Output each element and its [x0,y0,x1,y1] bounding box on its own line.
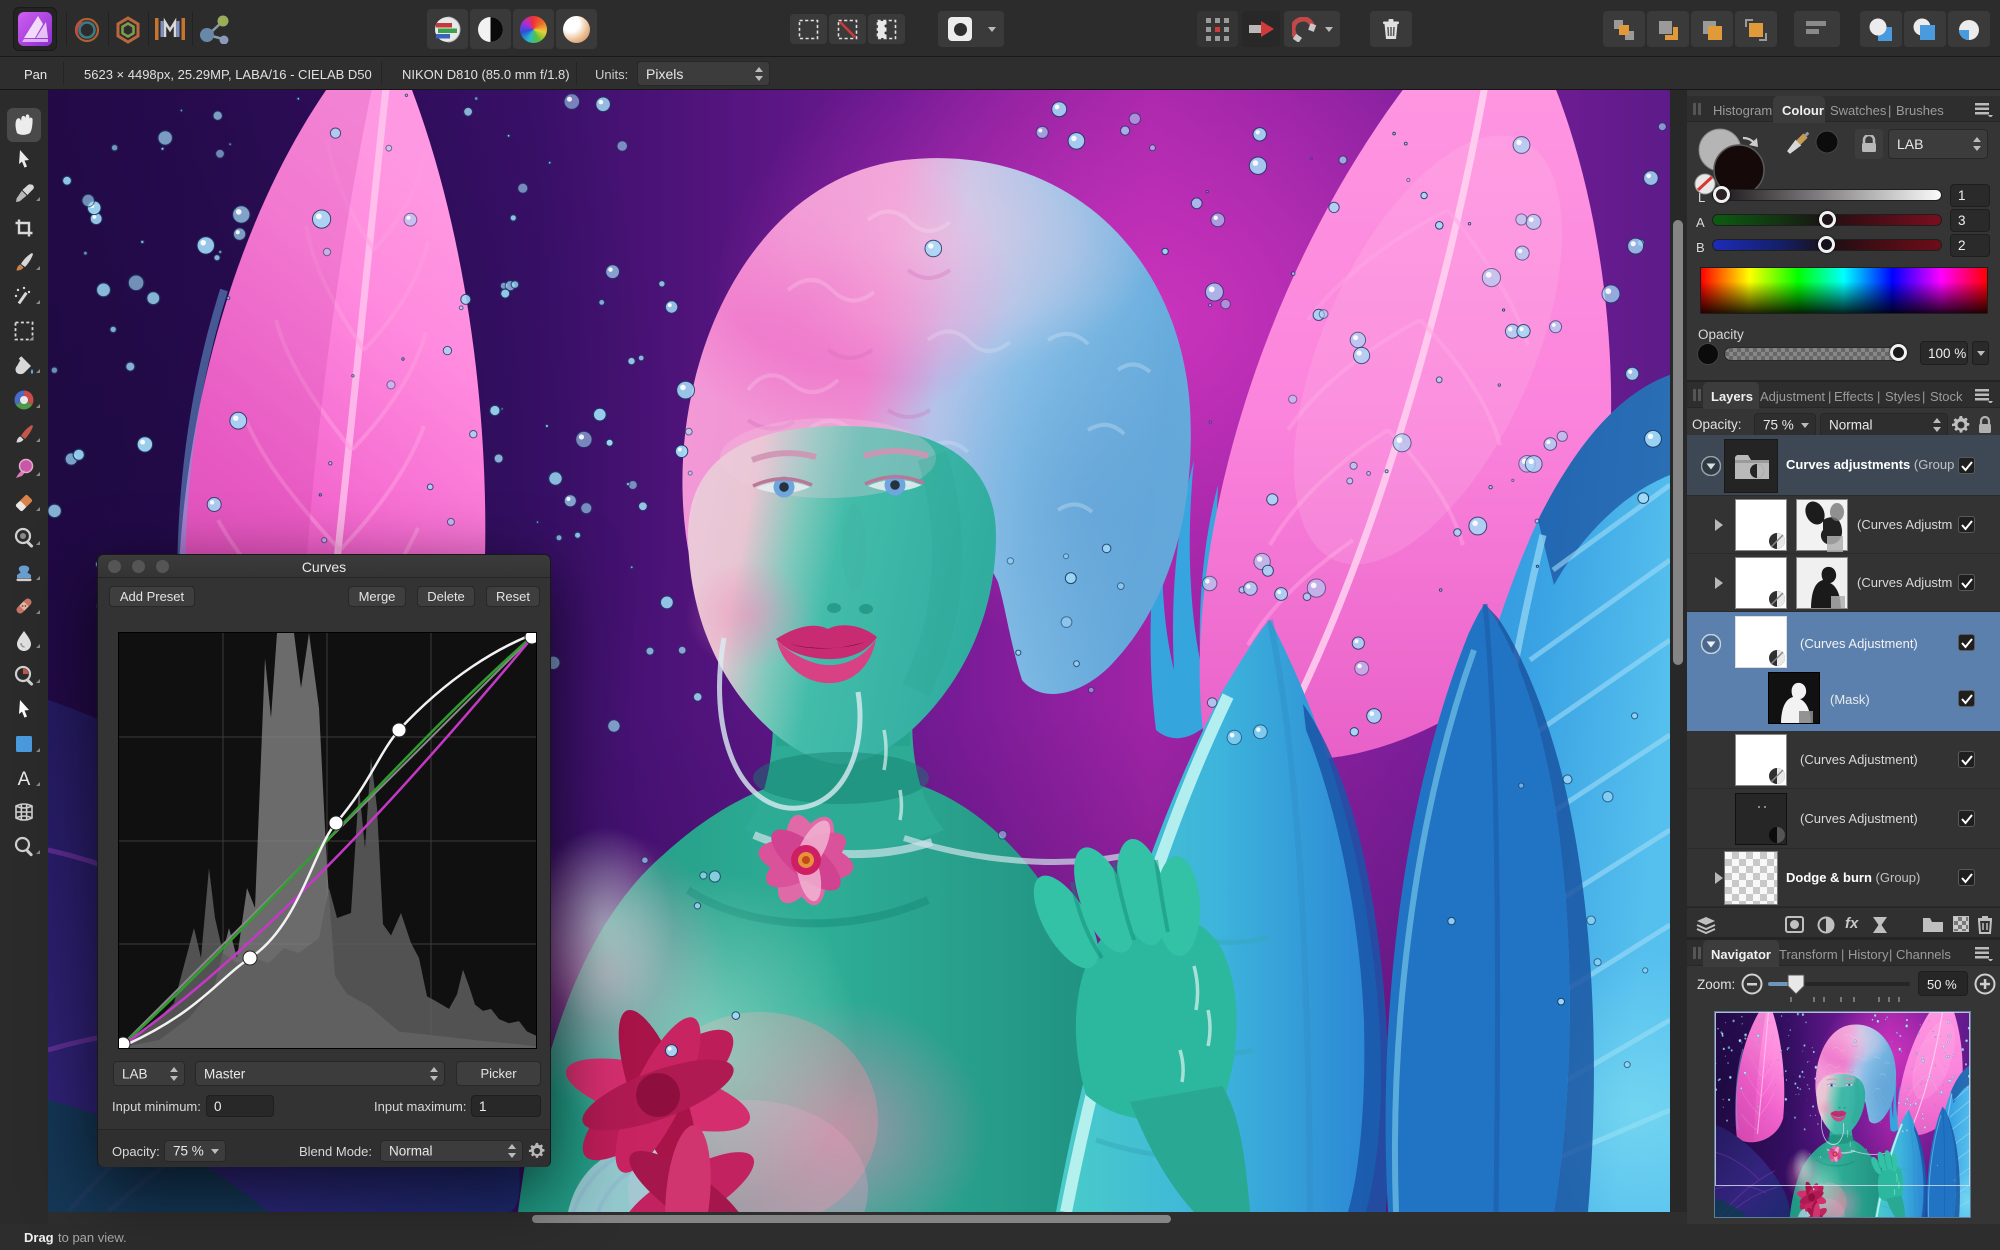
svg-text:A: A [18,769,31,790]
